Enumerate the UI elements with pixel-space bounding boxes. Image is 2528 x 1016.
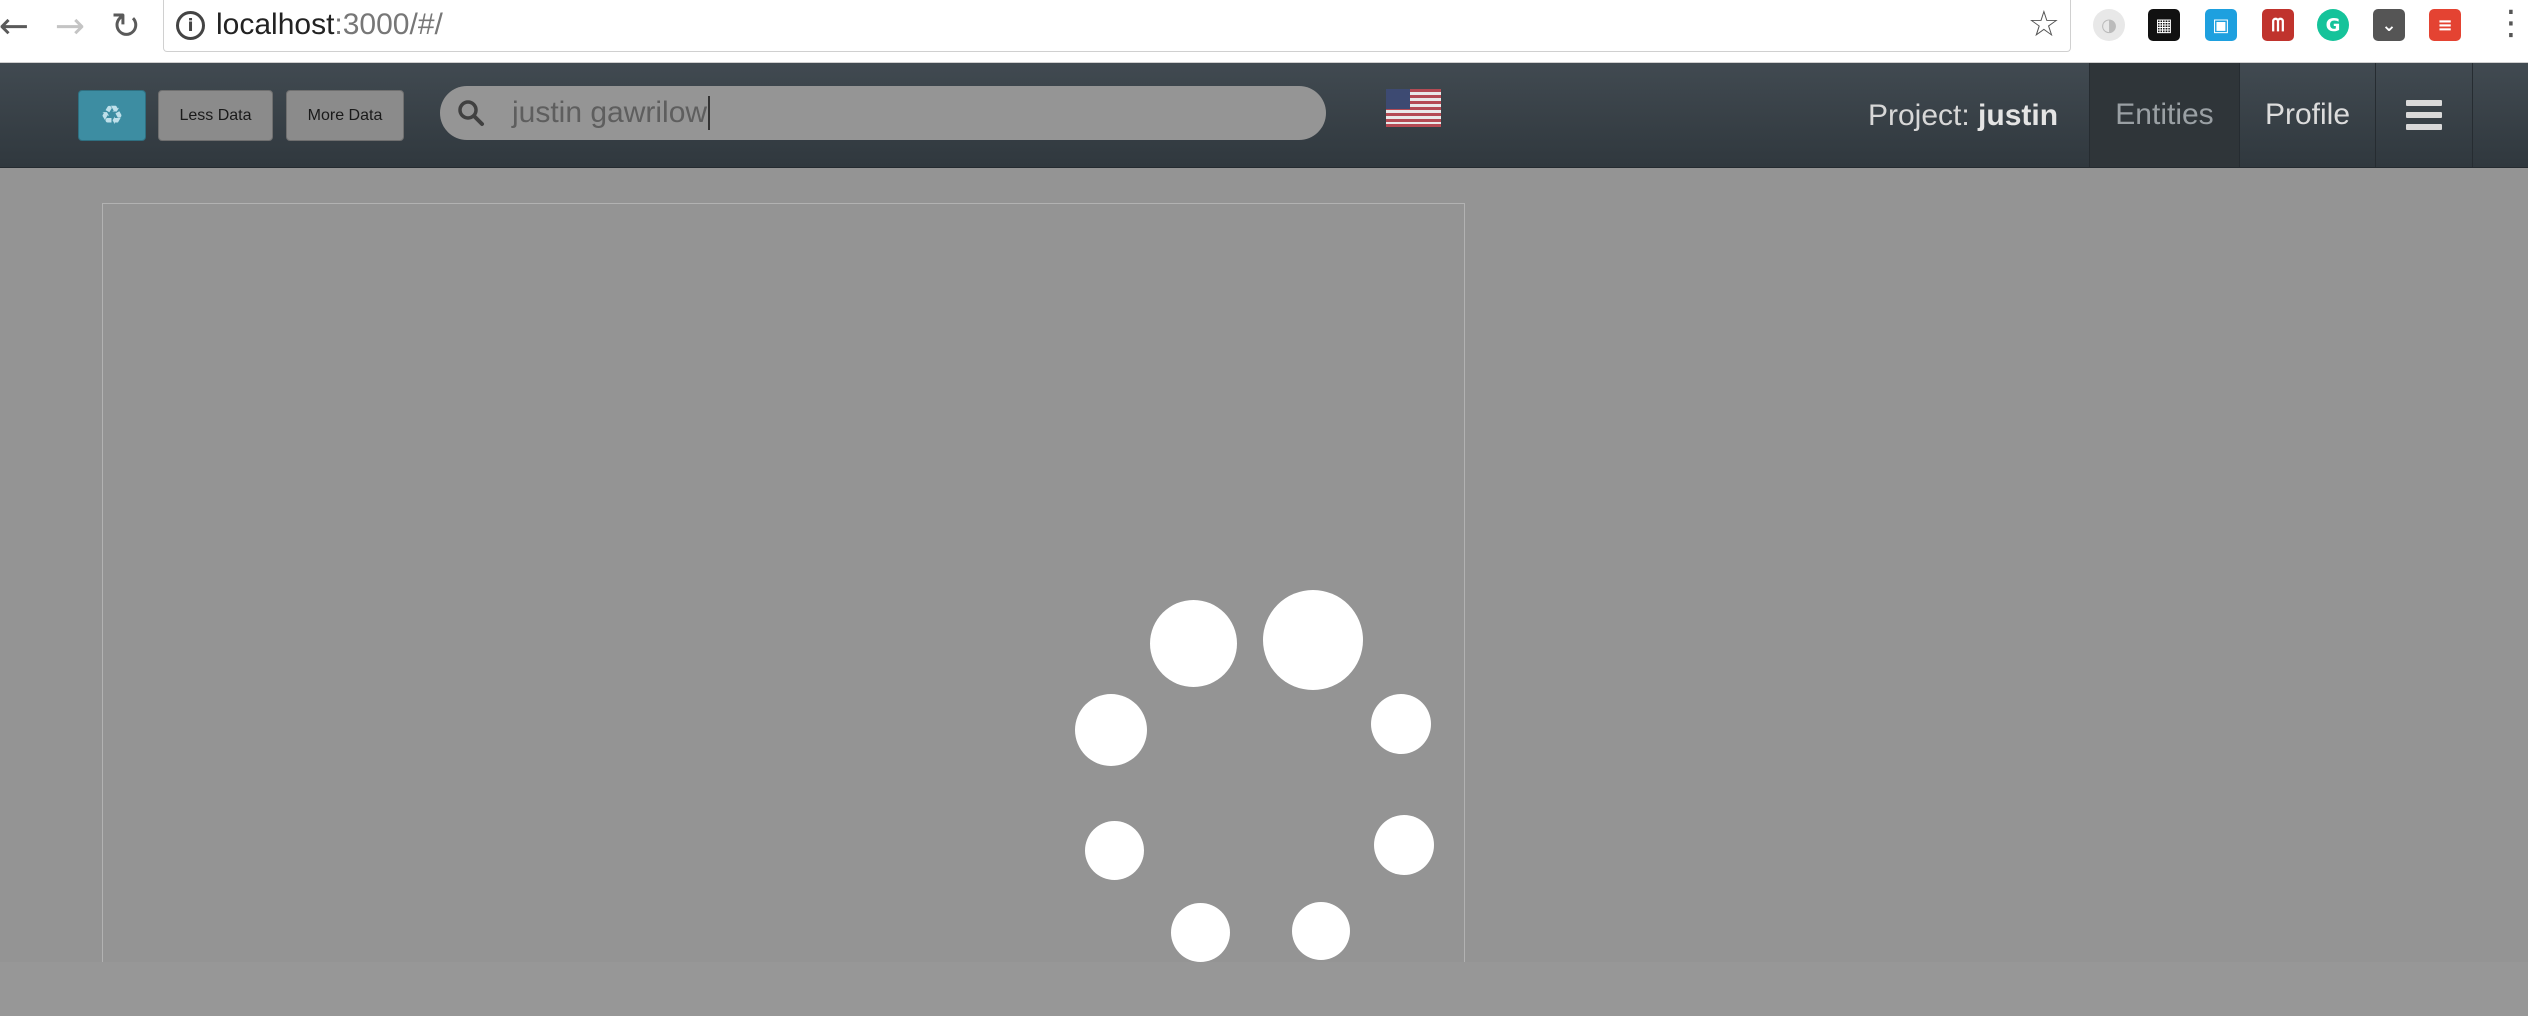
- search-input[interactable]: justin gawrilow: [512, 86, 1302, 140]
- browser-menu-icon[interactable]: ⋮: [2494, 6, 2528, 40]
- url-text[interactable]: localhost:3000/#/: [216, 8, 443, 42]
- spinner-dot: [1075, 694, 1147, 766]
- reload-icon[interactable]: ↻: [106, 6, 146, 47]
- spinner-dot: [1371, 694, 1431, 754]
- back-icon[interactable]: ←: [0, 6, 34, 47]
- address-bar[interactable]: i localhost:3000/#/ ☆: [163, 0, 2071, 52]
- forward-icon[interactable]: →: [50, 6, 90, 47]
- spinner-dot: [1263, 590, 1363, 690]
- spinner-dot: [1171, 903, 1230, 962]
- footer-strip: [0, 962, 2528, 1016]
- us-flag-icon[interactable]: [1386, 89, 1441, 127]
- app-navbar: ♻ Less Data More Data justin gawrilow Pr…: [0, 63, 2528, 168]
- extension-grid-icon[interactable]: ▦: [2148, 9, 2180, 41]
- spinner-dot: [1292, 902, 1350, 960]
- recycle-button[interactable]: ♻: [78, 90, 146, 141]
- search-icon: [458, 100, 484, 126]
- project-name: justin: [1978, 99, 2059, 132]
- extension-pocket-icon[interactable]: ⌄: [2373, 9, 2405, 41]
- text-caret: [708, 96, 711, 130]
- spinner-dot: [1150, 600, 1237, 687]
- info-icon[interactable]: i: [176, 11, 205, 40]
- hamburger-menu-icon[interactable]: [2375, 63, 2473, 167]
- graph-panel: [102, 203, 1465, 963]
- extension-moon-icon[interactable]: ◑: [2093, 9, 2125, 41]
- nav-entities[interactable]: Entities: [2089, 63, 2239, 167]
- extension-todoist-icon[interactable]: ≡: [2429, 9, 2461, 41]
- less-data-button[interactable]: Less Data: [158, 90, 273, 141]
- recycle-icon: ♻: [100, 100, 124, 131]
- nav-profile[interactable]: Profile: [2239, 63, 2375, 167]
- spinner-dot: [1085, 821, 1144, 880]
- bookmark-star-icon[interactable]: ☆: [2028, 4, 2060, 45]
- extension-window-icon[interactable]: ▣: [2205, 9, 2237, 41]
- extension-grammarly-icon[interactable]: G: [2317, 9, 2349, 41]
- project-label: Project: justin: [1868, 99, 2059, 132]
- search-bar[interactable]: justin gawrilow: [440, 86, 1326, 140]
- more-data-button[interactable]: More Data: [286, 90, 404, 141]
- browser-toolbar: ← → ↻ i localhost:3000/#/ ☆ ◑ ▦ ▣ ᗰ G ⌄ …: [0, 0, 2528, 63]
- spinner-dot: [1374, 815, 1434, 875]
- extension-mendeley-icon[interactable]: ᗰ: [2262, 9, 2294, 41]
